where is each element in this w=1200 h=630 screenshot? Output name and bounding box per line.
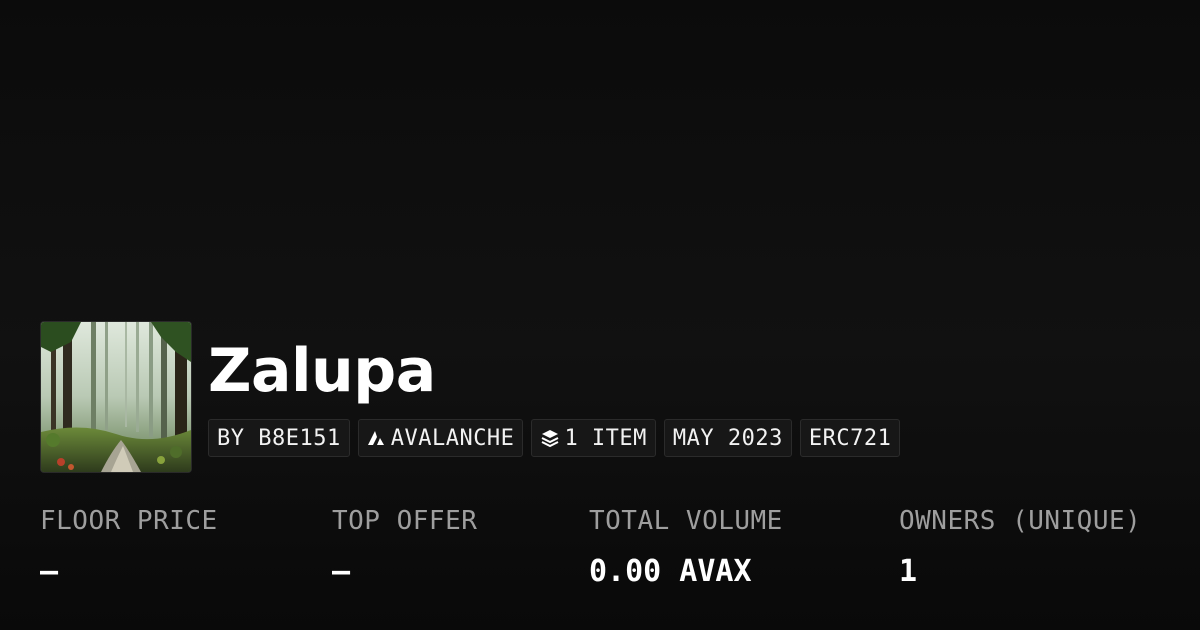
forest-image xyxy=(41,322,191,472)
collection-header: Zalupa BY B8E151 AVALANCHE 1 ITEM MAY 20… xyxy=(40,321,901,473)
owners-label: OWNERS (UNIQUE) xyxy=(899,506,1142,536)
items-badge[interactable]: 1 ITEM xyxy=(531,419,656,457)
standard-badge: ERC721 xyxy=(799,419,901,457)
layers-icon xyxy=(540,428,560,448)
top-offer-stat: TOP OFFER – xyxy=(332,506,477,589)
floor-price-label: FLOOR PRICE xyxy=(40,506,218,536)
badge-row: BY B8E151 AVALANCHE 1 ITEM MAY 2023 ERC7… xyxy=(208,419,901,457)
standard-label: ERC721 xyxy=(808,425,892,451)
floor-price-stat: FLOOR PRICE – xyxy=(40,506,218,589)
creator-badge[interactable]: BY B8E151 xyxy=(208,419,350,457)
owners-stat: OWNERS (UNIQUE) 1 xyxy=(899,506,1141,589)
collection-thumbnail[interactable] xyxy=(40,321,192,473)
date-label: MAY 2023 xyxy=(672,425,783,451)
avalanche-logo-icon xyxy=(367,428,387,448)
creator-label: BY B8E151 xyxy=(217,425,341,451)
chain-badge[interactable]: AVALANCHE xyxy=(357,419,524,457)
items-label: 1 ITEM xyxy=(564,425,647,451)
date-badge: MAY 2023 xyxy=(663,419,792,457)
collection-info: Zalupa BY B8E151 AVALANCHE 1 ITEM MAY 20… xyxy=(208,321,901,457)
owners-value: 1 xyxy=(899,554,918,589)
total-volume-value: 0.00 AVAX xyxy=(589,554,752,589)
chain-label: AVALANCHE xyxy=(390,425,515,451)
top-offer-label: TOP OFFER xyxy=(332,506,478,536)
top-offer-value: – xyxy=(332,554,351,589)
total-volume-stat: TOTAL VOLUME 0.00 AVAX xyxy=(589,506,783,589)
collection-title: Zalupa xyxy=(208,336,436,406)
floor-price-value: – xyxy=(40,554,59,589)
total-volume-label: TOTAL VOLUME xyxy=(589,506,783,536)
